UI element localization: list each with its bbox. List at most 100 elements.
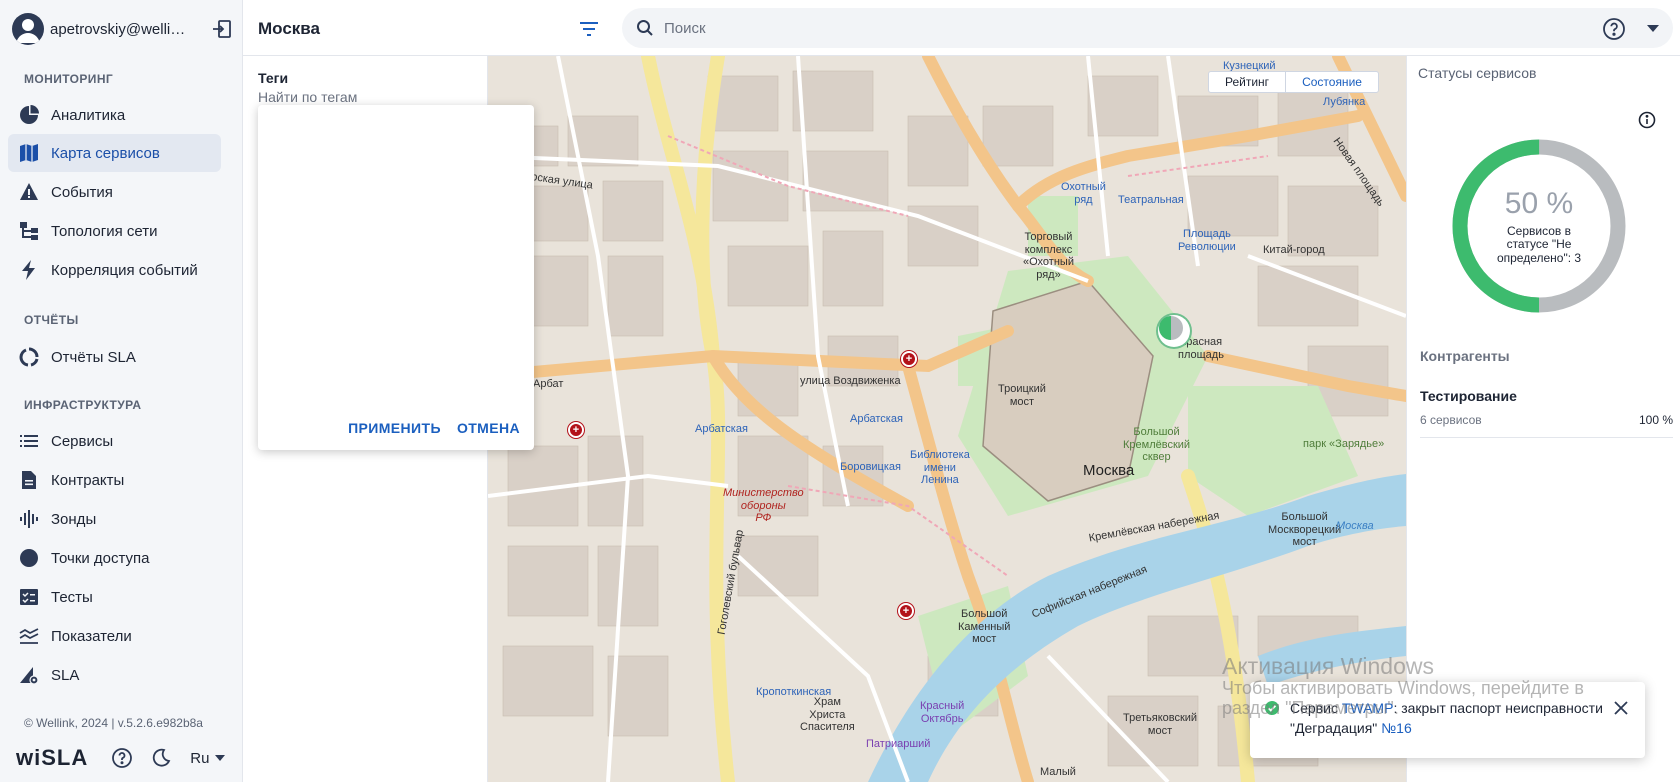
sidebar-item-label: Карта сервисов [51, 144, 160, 162]
dark-mode-icon[interactable] [148, 746, 172, 770]
map-label-moskva: Москва [1083, 462, 1135, 479]
sidebar-item-topology[interactable]: Топология сети [8, 212, 221, 250]
counterparty-meta: 6 сервисов 100 % [1420, 413, 1673, 427]
user-row[interactable]: apetrovskiy@wellin... [12, 12, 234, 46]
circle-icon [18, 547, 40, 569]
map-label-borovitskaya: Боровицкая [840, 461, 901, 473]
sidebar-item-probes[interactable]: Зонды [8, 500, 221, 538]
map-label-revolution: Площадь Революции [1178, 228, 1236, 253]
sidebar-item-label: События [51, 183, 113, 201]
toggle-rating[interactable]: Рейтинг [1209, 72, 1287, 92]
checklist-icon [18, 586, 40, 608]
map-label-tretyakovsky: Третьяковский мост [1123, 712, 1198, 737]
sidebar-item-label: Показатели [51, 627, 132, 645]
sidebar-item-label: Контракты [51, 471, 125, 489]
map-label-okhotny: Охотный ряд [1061, 181, 1106, 206]
sidebar-item-services[interactable]: Сервисы [8, 422, 221, 460]
lightning-icon [18, 259, 40, 281]
toast-prefix: Сервис [1290, 700, 1342, 716]
map-label-zaryadye: парк «Зарядье» [1303, 438, 1385, 450]
map-label-tk-okhotny: Торговый комплекс «Охотный ряд» [1023, 231, 1074, 281]
hospital-marker-icon[interactable]: + [568, 422, 584, 438]
hospital-marker-icon[interactable]: + [901, 351, 917, 367]
tag-search-input[interactable] [258, 89, 458, 105]
account-dropdown-icon[interactable] [1643, 18, 1663, 38]
sidebar-item-events[interactable]: События [8, 173, 221, 211]
sidebar-item-access-points[interactable]: Точки доступа [8, 539, 221, 577]
sidebar-item-analytics[interactable]: Аналитика [8, 96, 221, 134]
tag-dropdown: ПРИМЕНИТЬ ОТМЕНА [258, 105, 534, 450]
status-panel-title: Статусы сервисов [1418, 65, 1537, 81]
sidebar-item-sla[interactable]: SLA [8, 656, 221, 694]
map-label-ministry: Министерство обороны РФ [723, 487, 804, 525]
cancel-button[interactable]: ОТМЕНА [457, 420, 520, 436]
pie-chart-icon [18, 104, 40, 126]
search-icon [637, 20, 653, 36]
sidebar-item-label: SLA [51, 666, 80, 684]
info-icon[interactable] [1637, 110, 1657, 130]
help-circle-icon[interactable] [110, 746, 134, 770]
tag-actions: ПРИМЕНИТЬ ОТМЕНА [348, 420, 520, 436]
map-label-moskvoretsky: Большой Москворецкий мост [1268, 511, 1342, 549]
search-bar[interactable] [622, 8, 1673, 48]
map-label-cathedral: Храм Христа Спасителя [800, 696, 855, 734]
map-label-library: Библиотека имени Ленина [910, 449, 970, 487]
ring-chart-icon [18, 346, 40, 368]
user-email: apetrovskiy@wellin... [50, 20, 188, 38]
counterparty-name: Тестирование [1420, 388, 1517, 404]
chevron-down-icon [215, 755, 226, 761]
sidebar-item-metrics[interactable]: Показатели [8, 617, 221, 655]
copyright: © Wellink, 2024 | v.5.2.6.e982b8a [24, 716, 203, 730]
map-label-teatralnaya: Театральная [1118, 194, 1184, 206]
metrics-icon [18, 625, 40, 647]
map-label-arbat: Арбат [533, 378, 564, 390]
section-reports: ОТЧЁТЫ [24, 313, 79, 327]
map-label-patriarshiy: Патриарший [866, 738, 931, 750]
tags-title: Теги [258, 70, 289, 86]
sidebar-item-label: Зонды [51, 510, 97, 528]
waveform-icon [18, 508, 40, 530]
list-icon [18, 430, 40, 452]
toast-ticket-link[interactable]: №16 [1381, 720, 1412, 736]
service-map[interactable]: Кузнецкий мост Лубянка Охотный ряд Театр… [488, 56, 1406, 782]
apply-button[interactable]: ПРИМЕНИТЬ [348, 420, 441, 436]
wisla-logo: wiSLA [16, 745, 89, 770]
sidebar-item-correlation[interactable]: Корреляция событий [8, 251, 221, 289]
map-label-moskva-river: Москва [1336, 520, 1374, 532]
sidebar-item-label: Отчёты SLA [51, 348, 136, 366]
toast-service-link[interactable]: TWAMP [1342, 700, 1394, 716]
sidebar-item-service-map[interactable]: Карта сервисов [8, 134, 221, 172]
donut-percent: 50 % [1504, 187, 1574, 221]
sla-settings-icon [18, 664, 40, 686]
help-icon[interactable] [1601, 16, 1627, 42]
map-mode-toggle: Рейтинг Состояние [1208, 71, 1379, 93]
toggle-state[interactable]: Состояние [1286, 72, 1378, 92]
sidebar-item-label: Точки доступа [51, 549, 150, 567]
map-label-troitsky: Троицкий мост [998, 383, 1046, 408]
map-label-vozdvizhenka: улица Воздвиженка [800, 375, 901, 387]
filter-icon[interactable] [577, 17, 601, 41]
avatar[interactable] [12, 13, 44, 45]
sidebar-item-contracts[interactable]: Контракты [8, 461, 221, 499]
language-value: Ru [190, 749, 210, 767]
service-marker-icon[interactable] [1158, 315, 1190, 347]
close-icon[interactable] [1613, 700, 1629, 716]
map-label-arbatskaya-2: Арбатская [850, 413, 903, 425]
language-select[interactable]: Ru [190, 749, 226, 767]
success-check-icon [1265, 701, 1279, 715]
logout-icon[interactable] [210, 17, 234, 41]
search-input[interactable] [664, 19, 1564, 37]
hospital-marker-icon[interactable]: + [898, 603, 914, 619]
counterparty-row[interactable]: Тестирование 6 сервисов 100 % [1420, 388, 1673, 438]
map-label-krasny-oktyabr: Красный Октябрь [920, 700, 965, 725]
topology-icon [18, 220, 40, 242]
sidebar-item-label: Сервисы [51, 432, 114, 450]
map-label-kamenny: Большой Каменный мост [958, 608, 1011, 646]
sidebar-item-sla-reports[interactable]: Отчёты SLA [8, 338, 221, 376]
sidebar-item-label: Тесты [51, 588, 93, 606]
sidebar-item-tests[interactable]: Тесты [8, 578, 221, 616]
sidebar-bottom-bar: wiSLA Ru [16, 744, 226, 772]
map-tiles [488, 56, 1406, 782]
sidebar: apetrovskiy@wellin... МОНИТОРИНГ Аналити… [0, 0, 243, 782]
sidebar-item-label: Корреляция событий [51, 261, 198, 279]
